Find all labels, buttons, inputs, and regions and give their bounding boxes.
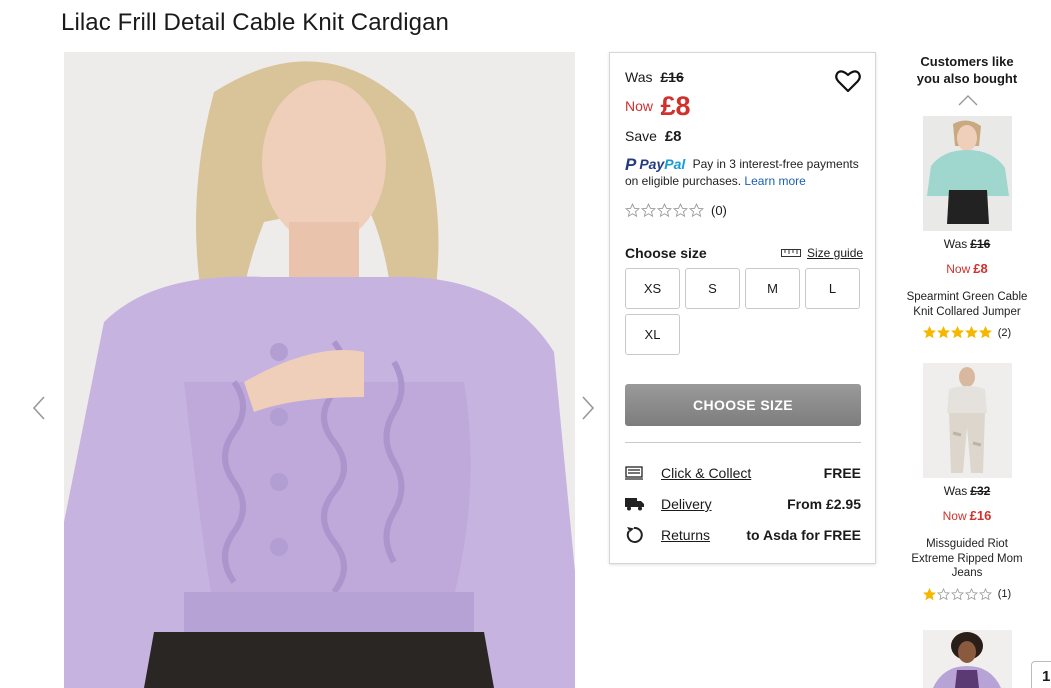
rec-product-name[interactable]: Spearmint Green Cable Knit Collared Jump… bbox=[903, 290, 1031, 319]
star-empty-icon bbox=[673, 203, 688, 218]
paypal-logo: P PayPal bbox=[625, 155, 686, 174]
star-filled-icon bbox=[922, 326, 936, 339]
size-option-m[interactable]: M bbox=[745, 268, 800, 309]
returns-link[interactable]: Returns bbox=[661, 527, 710, 543]
delivery-price: From £2.95 bbox=[787, 496, 861, 512]
rec-was-price: Was £32 bbox=[943, 484, 991, 498]
product-thumbnail[interactable] bbox=[922, 116, 1012, 231]
size-option-xs[interactable]: XS bbox=[625, 268, 680, 309]
wishlist-heart-icon[interactable] bbox=[835, 69, 861, 93]
save-value: £8 bbox=[664, 128, 682, 145]
product-image[interactable] bbox=[64, 52, 575, 688]
rating-count: (0) bbox=[711, 203, 727, 218]
choose-size-button[interactable]: CHOOSE SIZE bbox=[625, 384, 861, 426]
size-guide-link[interactable]: Size guide bbox=[781, 246, 863, 260]
service-returns: Returns to Asda for FREE bbox=[625, 525, 861, 545]
delivery-link[interactable]: Delivery bbox=[661, 496, 712, 512]
star-filled-icon bbox=[922, 587, 936, 600]
product-title: Lilac Frill Detail Cable Knit Cardigan bbox=[61, 9, 449, 36]
star-empty-icon bbox=[964, 587, 978, 600]
prev-image-arrow[interactable] bbox=[31, 395, 47, 421]
click-collect-link[interactable]: Click & Collect bbox=[661, 465, 751, 481]
star-filled-icon bbox=[936, 326, 950, 339]
was-price: Was £16 bbox=[625, 69, 684, 85]
divider bbox=[625, 442, 861, 443]
size-option-s[interactable]: S bbox=[685, 268, 740, 309]
recommended-product[interactable] bbox=[903, 630, 1031, 688]
rec-now-price: Now £8 bbox=[946, 261, 988, 276]
recommended-product[interactable]: Was £16 Now £8 Spearmint Green Cable Knit … bbox=[903, 116, 1031, 339]
return-icon bbox=[625, 526, 647, 544]
truck-icon bbox=[625, 495, 647, 513]
rec-now-price: Now £16 bbox=[942, 508, 992, 523]
recommendations-sidebar: Customers like you also bought Was £16 No… bbox=[903, 52, 1031, 688]
star-empty-icon bbox=[936, 587, 950, 600]
learn-more-link[interactable]: Learn more bbox=[744, 174, 805, 188]
star-empty-icon bbox=[978, 587, 992, 600]
service-click-collect: Click & Collect FREE bbox=[625, 463, 861, 483]
product-thumbnail[interactable] bbox=[922, 630, 1012, 688]
star-empty-icon bbox=[689, 203, 704, 218]
save-amount: Save £8 bbox=[625, 128, 682, 145]
now-price: Now £8 bbox=[625, 91, 691, 121]
chevron-right-icon bbox=[582, 396, 595, 420]
star-filled-icon bbox=[950, 326, 964, 339]
rec-rating: (1) bbox=[903, 587, 1031, 601]
star-empty-icon bbox=[625, 203, 640, 218]
model-photo bbox=[64, 52, 575, 688]
choose-size-label: Choose size bbox=[625, 245, 707, 261]
rec-product-name[interactable]: Missguided Riot Extreme Ripped Mom Jeans bbox=[903, 537, 1031, 581]
recommended-product[interactable]: Was £32 Now £16 Missguided Riot Extreme Ri… bbox=[903, 363, 1031, 601]
star-filled-icon bbox=[964, 326, 978, 339]
scroll-up-chevron-icon[interactable] bbox=[958, 94, 978, 106]
next-image-arrow[interactable] bbox=[580, 395, 596, 421]
recommendations-title: Customers like you also bought bbox=[916, 54, 1018, 86]
star-empty-icon bbox=[641, 203, 656, 218]
click-collect-price: FREE bbox=[823, 465, 861, 481]
chevron-left-icon bbox=[32, 396, 45, 420]
product-rating[interactable]: (0) bbox=[625, 203, 727, 218]
returns-info: to Asda for FREE bbox=[746, 527, 861, 543]
service-delivery: Delivery From £2.95 bbox=[625, 494, 861, 514]
rec-was-price: Was £16 bbox=[943, 237, 991, 251]
page-indicator[interactable]: 1 bbox=[1031, 661, 1051, 688]
product-thumbnail[interactable] bbox=[922, 363, 1012, 478]
size-option-xl[interactable]: XL bbox=[625, 314, 680, 355]
store-icon bbox=[625, 464, 647, 482]
star-empty-icon bbox=[657, 203, 672, 218]
size-option-l[interactable]: L bbox=[805, 268, 860, 309]
was-price-value: £16 bbox=[660, 69, 684, 85]
star-filled-icon bbox=[978, 326, 992, 339]
paypal-message: P PayPal Pay in 3 interest-free payments… bbox=[625, 156, 870, 190]
star-empty-icon bbox=[950, 587, 964, 600]
now-price-value: £8 bbox=[660, 91, 691, 121]
purchase-panel: Was £16 Now £8 Save £8 P PayPal Pay in 3… bbox=[609, 52, 876, 564]
rec-rating: (2) bbox=[903, 326, 1031, 339]
ruler-icon bbox=[781, 249, 801, 257]
